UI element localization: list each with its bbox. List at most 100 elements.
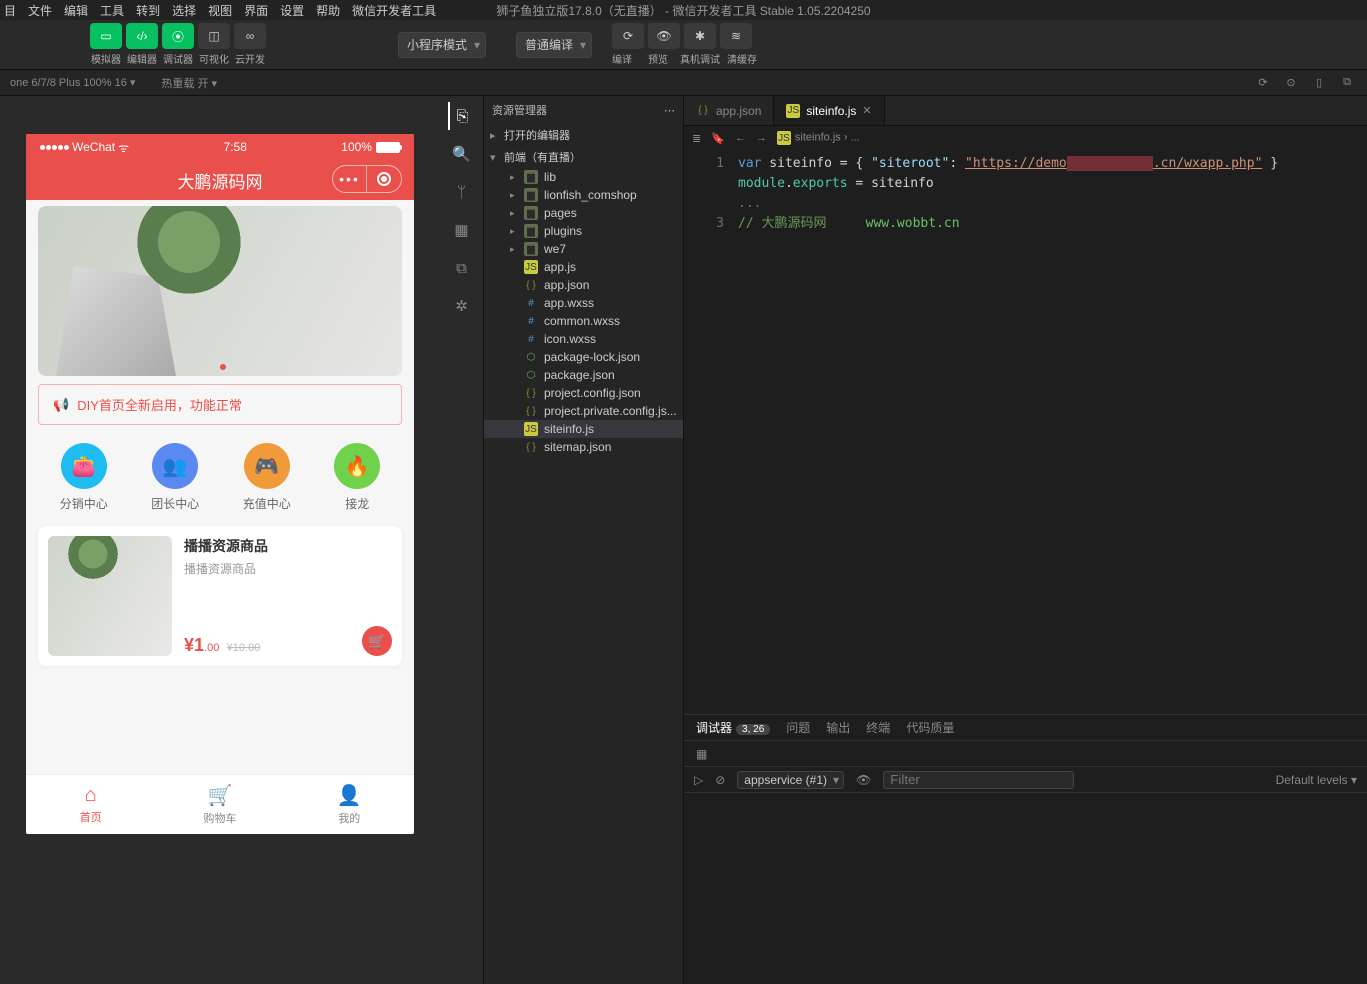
- capsule-close-icon[interactable]: [367, 166, 401, 192]
- tree-item[interactable]: ⬡package-lock.json: [484, 348, 683, 366]
- carrier-label: WeChat: [72, 140, 115, 154]
- menu-item[interactable]: 目: [4, 2, 16, 19]
- devtools-tab-quality[interactable]: 代码质量: [906, 719, 954, 736]
- tree-item[interactable]: { }sitemap.json: [484, 438, 683, 456]
- context-select[interactable]: appservice (#1): [737, 771, 844, 789]
- add-to-cart-button[interactable]: 🛒: [362, 626, 392, 656]
- devtools-tab-debugger[interactable]: 调试器3, 26: [696, 719, 770, 736]
- menu-item[interactable]: 帮助: [316, 2, 340, 19]
- nav-grid-item[interactable]: 👥 团长中心: [151, 443, 199, 512]
- tree-item[interactable]: #common.wxss: [484, 312, 683, 330]
- console-filter-input[interactable]: [883, 771, 1074, 789]
- tree-item[interactable]: #app.wxss: [484, 294, 683, 312]
- menu-item[interactable]: 设置: [280, 2, 304, 19]
- devtools-tab-terminal[interactable]: 终端: [866, 719, 890, 736]
- capsule-menu-icon[interactable]: •••: [333, 166, 367, 192]
- toolbar-label: 编译: [606, 51, 638, 66]
- device-select[interactable]: one 6/7/8 Plus 100% 16 ▾: [10, 76, 135, 89]
- code-editor[interactable]: 1var siteinfo = { "siteroot": "https://d…: [684, 150, 1367, 714]
- clear-icon[interactable]: ⊘: [715, 773, 725, 787]
- opened-editors-section[interactable]: 打开的编辑器: [484, 124, 683, 146]
- menu-item[interactable]: 文件: [28, 2, 52, 19]
- devtools-tab-problems[interactable]: 问题: [786, 719, 810, 736]
- detach-icon[interactable]: ⧉: [1337, 73, 1357, 93]
- editor-tab[interactable]: { }app.json: [684, 96, 774, 125]
- more-icon[interactable]: ⋯: [664, 104, 675, 117]
- home-nav-grid: 👛 分销中心 👥 团长中心 🎮 充值中心 🔥 接龙: [38, 443, 402, 512]
- tree-item[interactable]: #icon.wxss: [484, 330, 683, 348]
- tree-item[interactable]: { }app.json: [484, 276, 683, 294]
- root-section[interactable]: 前端（有直播）: [484, 146, 683, 168]
- horn-icon: 📢: [53, 397, 69, 413]
- ext-icon[interactable]: ⧉: [448, 254, 476, 282]
- tabbar-item[interactable]: 🛒 购物车: [155, 775, 284, 834]
- layout-icon[interactable]: ▦: [448, 216, 476, 244]
- banner-image[interactable]: [38, 206, 402, 376]
- nav-grid-item[interactable]: 🔥 接龙: [334, 443, 380, 512]
- home-icon[interactable]: ⊙: [1281, 73, 1301, 93]
- compile-mode-select[interactable]: 普通编译: [516, 32, 592, 58]
- nav-grid-label: 团长中心: [151, 495, 199, 512]
- play-icon[interactable]: ▷: [694, 773, 703, 787]
- clear-cache-button[interactable]: ≋: [720, 23, 752, 49]
- product-card[interactable]: 播播资源商品 播播资源商品 ¥1.00 ¥10.00 🛒: [38, 526, 402, 666]
- file-tree: ▆lib▆lionfish_comshop▆pages▆plugins▆we7J…: [484, 168, 683, 456]
- preview-button[interactable]: 👁: [648, 23, 680, 49]
- search-icon[interactable]: 🔍: [448, 140, 476, 168]
- tree-item[interactable]: ▆plugins: [484, 222, 683, 240]
- tree-label: project.private.config.js...: [544, 404, 677, 418]
- menu-item[interactable]: 编辑: [64, 2, 88, 19]
- menu-item[interactable]: 工具: [100, 2, 124, 19]
- editor-button[interactable]: ‹/›: [126, 23, 158, 49]
- nav-grid-item[interactable]: 👛 分销中心: [60, 443, 108, 512]
- menu-item[interactable]: 界面: [244, 2, 268, 19]
- close-icon[interactable]: ✕: [862, 104, 871, 117]
- hot-reload-toggle[interactable]: 热重载 开 ▾: [161, 75, 217, 91]
- capsule-button[interactable]: •••: [332, 165, 402, 193]
- explorer-icon[interactable]: ⎘: [448, 102, 476, 130]
- tree-label: plugins: [544, 224, 582, 238]
- compare-icon[interactable]: ≣: [692, 132, 701, 145]
- tree-item[interactable]: { }project.config.json: [484, 384, 683, 402]
- tabbar-item[interactable]: ⌂ 首页: [26, 775, 155, 834]
- bookmark-icon[interactable]: 🔖: [711, 132, 725, 145]
- nav-grid-label: 分销中心: [60, 495, 108, 512]
- tree-item[interactable]: JSapp.js: [484, 258, 683, 276]
- tree-item[interactable]: ⬡package.json: [484, 366, 683, 384]
- tabbar-item[interactable]: 👤 我的: [285, 775, 414, 834]
- remote-debug-button[interactable]: ✱: [684, 23, 716, 49]
- tree-item[interactable]: ▆we7: [484, 240, 683, 258]
- tree-item[interactable]: ▆lib: [484, 168, 683, 186]
- notice-bar[interactable]: 📢 DIY首页全新启用，功能正常: [38, 384, 402, 425]
- menu-item[interactable]: 微信开发者工具: [352, 2, 436, 19]
- tree-label: app.js: [544, 260, 576, 274]
- tree-item[interactable]: JSsiteinfo.js: [484, 420, 683, 438]
- phone-icon[interactable]: ▯: [1309, 73, 1329, 93]
- menu-item[interactable]: 选择: [172, 2, 196, 19]
- branch-icon[interactable]: ᛘ: [448, 178, 476, 206]
- console-log[interactable]: [684, 793, 1367, 984]
- tree-label: icon.wxss: [544, 332, 596, 346]
- compile-button[interactable]: ⟳: [612, 23, 644, 49]
- tree-item[interactable]: { }project.private.config.js...: [484, 402, 683, 420]
- mode-select[interactable]: 小程序模式: [398, 32, 486, 58]
- tree-item[interactable]: ▆lionfish_comshop: [484, 186, 683, 204]
- visual-button[interactable]: ◫: [198, 23, 230, 49]
- debugger-button[interactable]: ⦿: [162, 23, 194, 49]
- eye-icon[interactable]: 👁: [856, 773, 871, 787]
- tree-item[interactable]: ▆pages: [484, 204, 683, 222]
- fwd-icon[interactable]: →: [756, 132, 767, 145]
- menu-item[interactable]: 视图: [208, 2, 232, 19]
- breadcrumb-file[interactable]: siteinfo.js: [795, 132, 841, 144]
- nav-grid-item[interactable]: 🎮 充值中心: [243, 443, 291, 512]
- simulator-button[interactable]: ▭: [90, 23, 122, 49]
- inspect-icon[interactable]: ▦: [696, 747, 707, 761]
- editor-tab[interactable]: JSsiteinfo.js✕: [774, 96, 884, 125]
- devtools-tab-output[interactable]: 输出: [826, 719, 850, 736]
- menu-item[interactable]: 转到: [136, 2, 160, 19]
- levels-select[interactable]: Default levels ▾: [1276, 773, 1357, 787]
- cloud-button[interactable]: ∞: [234, 23, 266, 49]
- test-icon[interactable]: ✲: [448, 292, 476, 320]
- back-icon[interactable]: ←: [735, 132, 746, 145]
- refresh-icon[interactable]: ⟳: [1253, 73, 1273, 93]
